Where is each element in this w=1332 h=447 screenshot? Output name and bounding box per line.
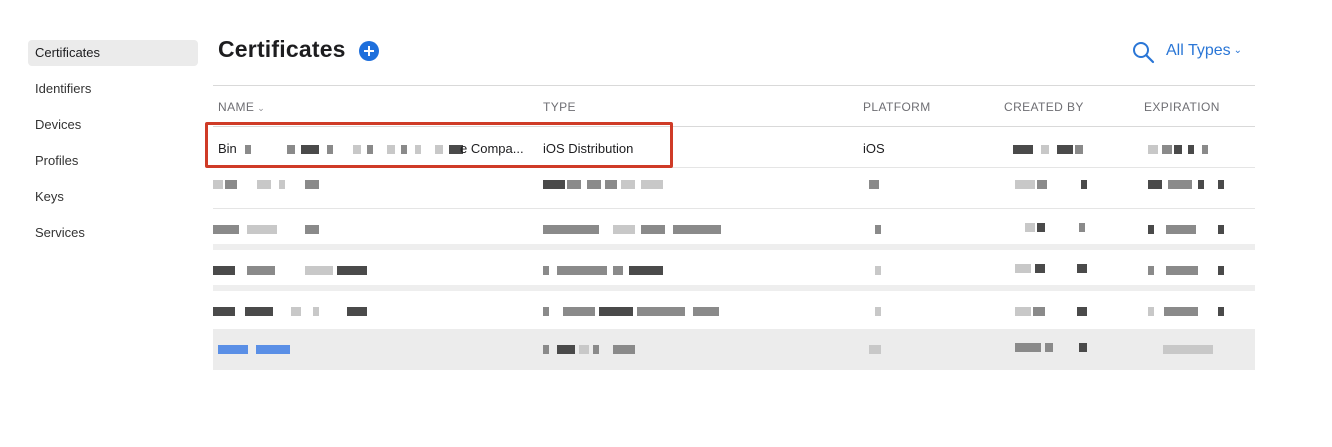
redacted-created-by bbox=[1015, 343, 1095, 352]
table-row[interactable] bbox=[213, 209, 1255, 250]
column-header-name-label: NAME bbox=[218, 100, 255, 114]
type-filter-label: All Types bbox=[1166, 42, 1231, 59]
certificate-platform: iOS bbox=[863, 141, 885, 156]
redacted-name bbox=[245, 145, 463, 154]
column-header-expiration[interactable]: EXPIRATION bbox=[1144, 100, 1220, 114]
table-row[interactable] bbox=[213, 329, 1255, 370]
sidebar-item-identifiers[interactable]: Identifiers bbox=[28, 76, 198, 102]
redacted-expiration bbox=[1148, 180, 1228, 189]
certificates-page: Certificates Identifiers Devices Profile… bbox=[0, 0, 1332, 447]
table-row[interactable]: Bin e Compa... iOS Distribution iOS bbox=[213, 127, 1255, 168]
redacted-expiration bbox=[1148, 225, 1228, 234]
redacted-name bbox=[213, 180, 333, 189]
redacted-type bbox=[543, 180, 673, 189]
table-row[interactable] bbox=[213, 291, 1255, 332]
redacted-platform bbox=[869, 345, 883, 354]
redacted-type bbox=[543, 345, 643, 354]
redacted-created-by bbox=[1015, 307, 1095, 316]
certificate-name-suffix: e Compa... bbox=[460, 141, 524, 156]
table-header: NAME ⌄ TYPE PLATFORM CREATED BY EXPIRATIO… bbox=[213, 86, 1255, 127]
redacted-type bbox=[543, 266, 673, 275]
sidebar-item-keys[interactable]: Keys bbox=[28, 184, 198, 210]
type-filter-dropdown[interactable]: All Types ⌄ bbox=[1166, 42, 1242, 60]
redacted-platform bbox=[875, 266, 883, 275]
redacted-type bbox=[543, 225, 723, 234]
certificate-name-prefix: Bin bbox=[218, 141, 237, 156]
sidebar-item-devices[interactable]: Devices bbox=[28, 112, 198, 138]
redacted-name bbox=[213, 266, 373, 275]
redacted-name bbox=[213, 307, 373, 316]
column-header-type[interactable]: TYPE bbox=[543, 100, 576, 114]
redacted-created-by bbox=[1013, 145, 1093, 154]
column-header-created-by[interactable]: CREATED BY bbox=[1004, 100, 1084, 114]
table-row[interactable] bbox=[213, 168, 1255, 209]
redacted-name bbox=[213, 225, 333, 234]
search-icon[interactable] bbox=[1131, 40, 1155, 64]
redacted-platform bbox=[875, 307, 883, 316]
redacted-expiration bbox=[1148, 145, 1228, 154]
redacted-expiration bbox=[1148, 307, 1228, 316]
chevron-down-icon: ⌄ bbox=[257, 103, 266, 113]
sidebar-item-profiles[interactable]: Profiles bbox=[28, 148, 198, 174]
certificate-type: iOS Distribution bbox=[543, 141, 634, 156]
page-title: Certificates bbox=[218, 36, 346, 62]
sidebar-item-certificates[interactable]: Certificates bbox=[28, 40, 198, 66]
redacted-created-by bbox=[1015, 264, 1095, 273]
redacted-platform bbox=[875, 225, 883, 234]
chevron-down-icon: ⌄ bbox=[1233, 45, 1243, 57]
column-header-platform[interactable]: PLATFORM bbox=[863, 100, 931, 114]
redacted-expiration bbox=[1148, 266, 1228, 275]
redacted-platform bbox=[869, 180, 881, 189]
sidebar-item-services[interactable]: Services bbox=[28, 220, 198, 246]
redacted-expiration bbox=[1163, 345, 1223, 354]
column-header-name[interactable]: NAME ⌄ bbox=[218, 100, 265, 114]
redacted-name-link[interactable] bbox=[218, 345, 298, 354]
add-certificate-button[interactable] bbox=[359, 41, 379, 61]
redacted-created-by bbox=[1025, 223, 1095, 232]
redacted-created-by bbox=[1015, 180, 1095, 189]
table-row[interactable] bbox=[213, 250, 1255, 291]
sidebar: Certificates Identifiers Devices Profile… bbox=[28, 40, 198, 256]
redacted-type bbox=[543, 307, 723, 316]
